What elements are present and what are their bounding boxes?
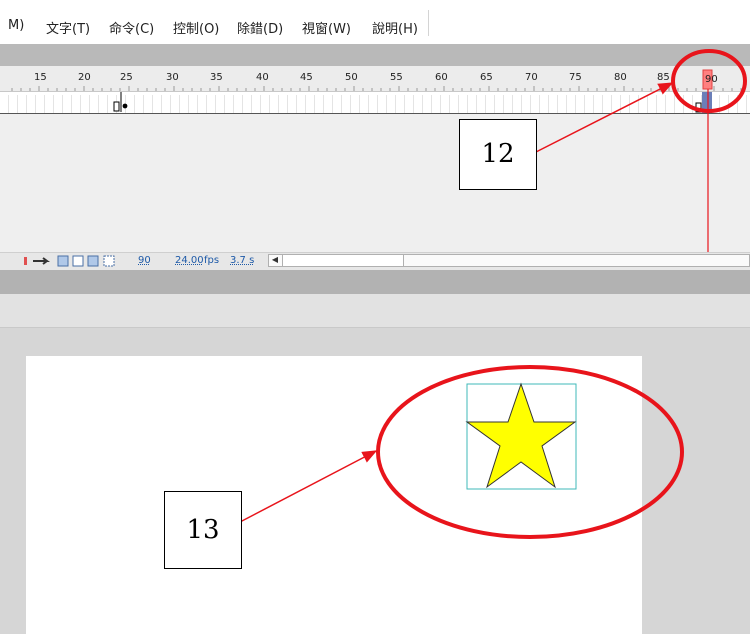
arrow-icon[interactable]	[33, 257, 50, 265]
callout-13: 13	[164, 491, 242, 569]
edit-multiple-frames-icon[interactable]	[57, 255, 69, 267]
annotation-arrow-12	[535, 82, 674, 153]
callout-12: 12	[459, 119, 537, 190]
keyframe-dot[interactable]	[122, 103, 128, 109]
status-bar-icons[interactable]	[24, 255, 115, 267]
annotation-arrow-13	[239, 450, 378, 523]
modify-markers-icon[interactable]	[103, 255, 115, 267]
ruler-minor-ticks	[11, 86, 742, 91]
playhead-frame-label: 90	[705, 74, 718, 85]
onion-skin-icon[interactable]	[24, 257, 27, 265]
onion-frames-icon[interactable]	[87, 255, 99, 267]
star-shape[interactable]	[465, 382, 577, 489]
onion-outline-icon[interactable]	[72, 255, 84, 267]
end-frame-marker[interactable]	[113, 101, 120, 112]
